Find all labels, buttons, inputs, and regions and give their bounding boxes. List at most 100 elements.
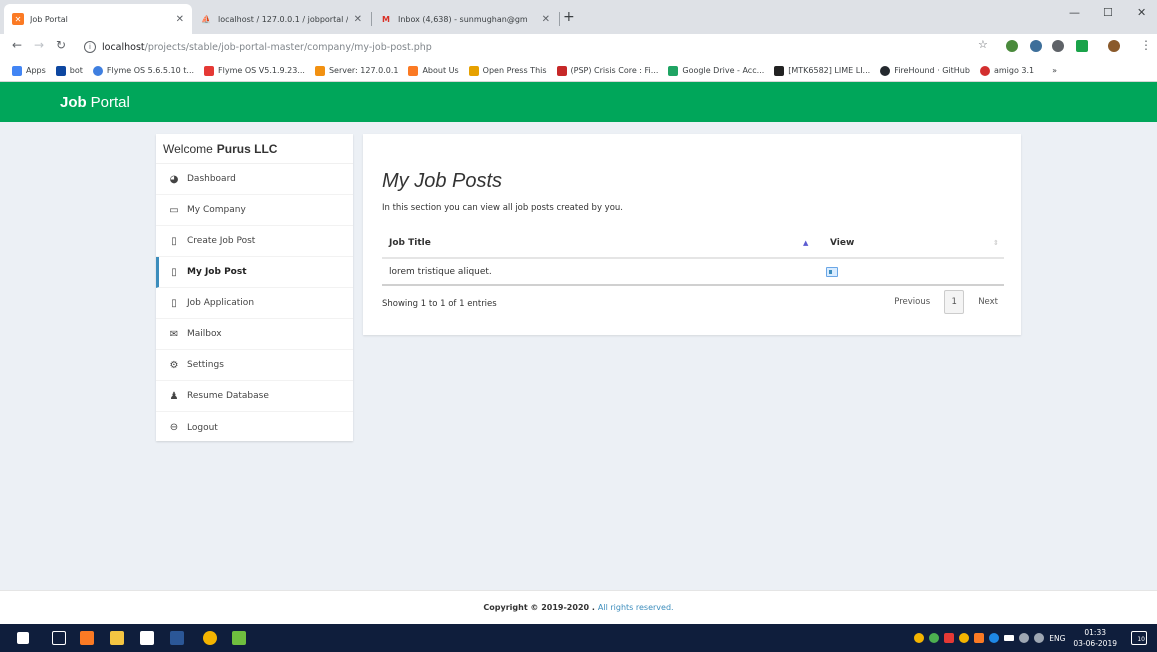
tray-icon[interactable] bbox=[959, 633, 970, 643]
file-icon: ▯ bbox=[171, 297, 177, 309]
github-icon bbox=[880, 65, 891, 76]
page-description: In this section you can view all job pos… bbox=[382, 203, 623, 213]
language-indicator[interactable]: ENG bbox=[1049, 634, 1065, 643]
bookmark-crisis-core[interactable]: (PSP) Crisis Core : Fi... bbox=[556, 65, 658, 76]
bookmark-google-drive[interactable]: Google Drive - Acc... bbox=[668, 65, 764, 76]
close-icon[interactable]: ✕ bbox=[354, 14, 362, 25]
wifi-icon[interactable] bbox=[1019, 633, 1030, 643]
task-view-icon[interactable] bbox=[52, 631, 66, 645]
back-icon[interactable]: ← bbox=[12, 38, 22, 52]
extension-icon[interactable] bbox=[1030, 40, 1042, 52]
extension-icon[interactable] bbox=[1006, 40, 1018, 52]
maximize-icon[interactable]: ☐ bbox=[1103, 6, 1113, 19]
xampp-icon: ✕ bbox=[12, 13, 24, 25]
file-icon: ▯ bbox=[171, 235, 177, 247]
window-close-icon[interactable]: ✕ bbox=[1137, 6, 1146, 19]
table-info: Showing 1 to 1 of 1 entries bbox=[382, 299, 497, 309]
minimize-icon[interactable]: — bbox=[1069, 6, 1080, 19]
word-icon[interactable] bbox=[170, 631, 184, 645]
star-icon[interactable]: ☆ bbox=[978, 38, 988, 51]
bookmark-about-us[interactable]: About Us bbox=[408, 65, 459, 76]
bookmark-icon bbox=[774, 65, 785, 76]
google-drive-icon bbox=[668, 65, 679, 76]
bookmark-amigo[interactable]: amigo 3.1 bbox=[979, 65, 1034, 76]
xampp-icon[interactable] bbox=[80, 631, 94, 645]
file-icon: ▯ bbox=[171, 266, 177, 278]
bookmark-server[interactable]: Server: 127.0.0.1 bbox=[314, 65, 398, 76]
chrome-icon[interactable] bbox=[203, 631, 217, 645]
bookmark-icon bbox=[468, 65, 479, 76]
tab-phpmyadmin[interactable]: ⛵ localhost / 127.0.0.1 / jobportal / ✕ bbox=[192, 4, 370, 34]
bookmark-bot[interactable]: bot bbox=[55, 65, 83, 76]
address-bar[interactable]: i localhost/projects/stable/job-portal-m… bbox=[84, 37, 964, 57]
logout-icon: ⊖ bbox=[169, 422, 179, 433]
bookmark-open-press[interactable]: Open Press This bbox=[468, 65, 547, 76]
tab-gmail[interactable]: M Inbox (4,638) - sunmughan@gm ✕ bbox=[372, 4, 558, 34]
clock-time: 01:33 bbox=[1084, 628, 1107, 637]
sidebar-item-job-application[interactable]: ▯ Job Application bbox=[156, 288, 353, 319]
notifications-icon[interactable]: 10 bbox=[1131, 631, 1147, 645]
tray-icon[interactable] bbox=[914, 633, 925, 643]
bookmark-flyme-2[interactable]: Flyme OS V5.1.9.23... bbox=[204, 65, 305, 76]
tab-label: localhost / 127.0.0.1 / jobportal / bbox=[218, 14, 348, 24]
sort-icon[interactable]: ⇕ bbox=[993, 239, 999, 247]
bookmark-firehound[interactable]: FireHound · GitHub bbox=[880, 65, 970, 76]
app-icon[interactable] bbox=[232, 631, 246, 645]
tab-separator bbox=[559, 12, 560, 26]
bookmark-icon bbox=[979, 65, 990, 76]
job-posts-panel: My Job Posts In this section you can vie… bbox=[363, 134, 1021, 335]
brand-bold[interactable]: Job bbox=[60, 94, 87, 111]
envelope-icon: ✉ bbox=[169, 328, 179, 340]
close-icon[interactable]: ✕ bbox=[176, 14, 184, 25]
bookmarks-bar: Apps bot Flyme OS 5.6.5.10 t... Flyme OS… bbox=[0, 60, 1157, 82]
bookmark-apps[interactable]: Apps bbox=[12, 65, 46, 76]
windows-start-icon[interactable] bbox=[17, 632, 29, 644]
previous-button[interactable]: Previous bbox=[888, 297, 936, 307]
brand-rest[interactable]: Portal bbox=[91, 94, 130, 111]
tray-icon[interactable] bbox=[944, 633, 955, 643]
close-icon[interactable]: ✕ bbox=[542, 14, 550, 25]
bookmarks-more[interactable]: » bbox=[1052, 66, 1057, 75]
tray-icon[interactable] bbox=[974, 633, 985, 643]
tray-icon[interactable] bbox=[929, 633, 940, 643]
extension-icon[interactable] bbox=[1052, 40, 1064, 52]
sidebar-item-my-job-post[interactable]: ▯ My Job Post bbox=[156, 257, 353, 288]
sidebar: Welcome Purus LLC ◕ Dashboard ▭ My Compa… bbox=[156, 134, 353, 441]
next-button[interactable]: Next bbox=[972, 297, 1004, 307]
store-icon[interactable] bbox=[140, 631, 154, 645]
file-explorer-icon[interactable] bbox=[110, 631, 124, 645]
page-1-button[interactable]: 1 bbox=[944, 290, 965, 314]
browser-toolbar: ← → ↻ i localhost/projects/stable/job-po… bbox=[0, 34, 1157, 60]
column-view[interactable]: View bbox=[830, 238, 854, 248]
new-tab-icon[interactable]: + bbox=[563, 9, 575, 25]
profile-avatar[interactable] bbox=[1108, 40, 1120, 52]
sidebar-item-resume-database[interactable]: ♟ Resume Database bbox=[156, 381, 353, 412]
bookmark-icon bbox=[204, 65, 215, 76]
page-title: My Job Posts bbox=[382, 170, 503, 192]
info-icon[interactable]: i bbox=[84, 41, 96, 53]
reload-icon[interactable]: ↻ bbox=[56, 38, 66, 52]
sidebar-item-dashboard[interactable]: ◕ Dashboard bbox=[156, 164, 353, 195]
bookmark-flyme-1[interactable]: Flyme OS 5.6.5.10 t... bbox=[92, 65, 194, 76]
tab-job-portal[interactable]: ✕ Job Portal ✕ bbox=[4, 4, 192, 34]
menu-icon[interactable]: ⋮ bbox=[1140, 38, 1152, 52]
battery-icon[interactable] bbox=[1004, 635, 1015, 641]
sort-asc-icon[interactable]: ▲ bbox=[803, 239, 808, 247]
volume-icon[interactable] bbox=[1034, 633, 1045, 643]
bluetooth-icon[interactable] bbox=[989, 633, 1000, 643]
forward-icon[interactable]: → bbox=[34, 38, 44, 52]
view-details-icon[interactable] bbox=[826, 266, 838, 277]
sidebar-item-my-company[interactable]: ▭ My Company bbox=[156, 195, 353, 226]
app-header: Job Portal bbox=[0, 82, 1157, 122]
extension-icon[interactable] bbox=[1076, 40, 1088, 52]
gear-icon: ⚙ bbox=[169, 359, 179, 371]
sidebar-item-logout[interactable]: ⊖ Logout bbox=[156, 412, 353, 443]
sidebar-item-create-job-post[interactable]: ▯ Create Job Post bbox=[156, 226, 353, 257]
sidebar-item-settings[interactable]: ⚙ Settings bbox=[156, 350, 353, 381]
apps-icon bbox=[12, 65, 22, 76]
company-name: Purus LLC bbox=[216, 141, 278, 156]
clock[interactable]: 01:33 03-06-2019 bbox=[1073, 627, 1117, 649]
sidebar-item-mailbox[interactable]: ✉ Mailbox bbox=[156, 319, 353, 350]
bookmark-mtk[interactable]: [MTK6582] LIME LI... bbox=[774, 65, 870, 76]
column-job-title[interactable]: Job Title bbox=[389, 238, 431, 248]
